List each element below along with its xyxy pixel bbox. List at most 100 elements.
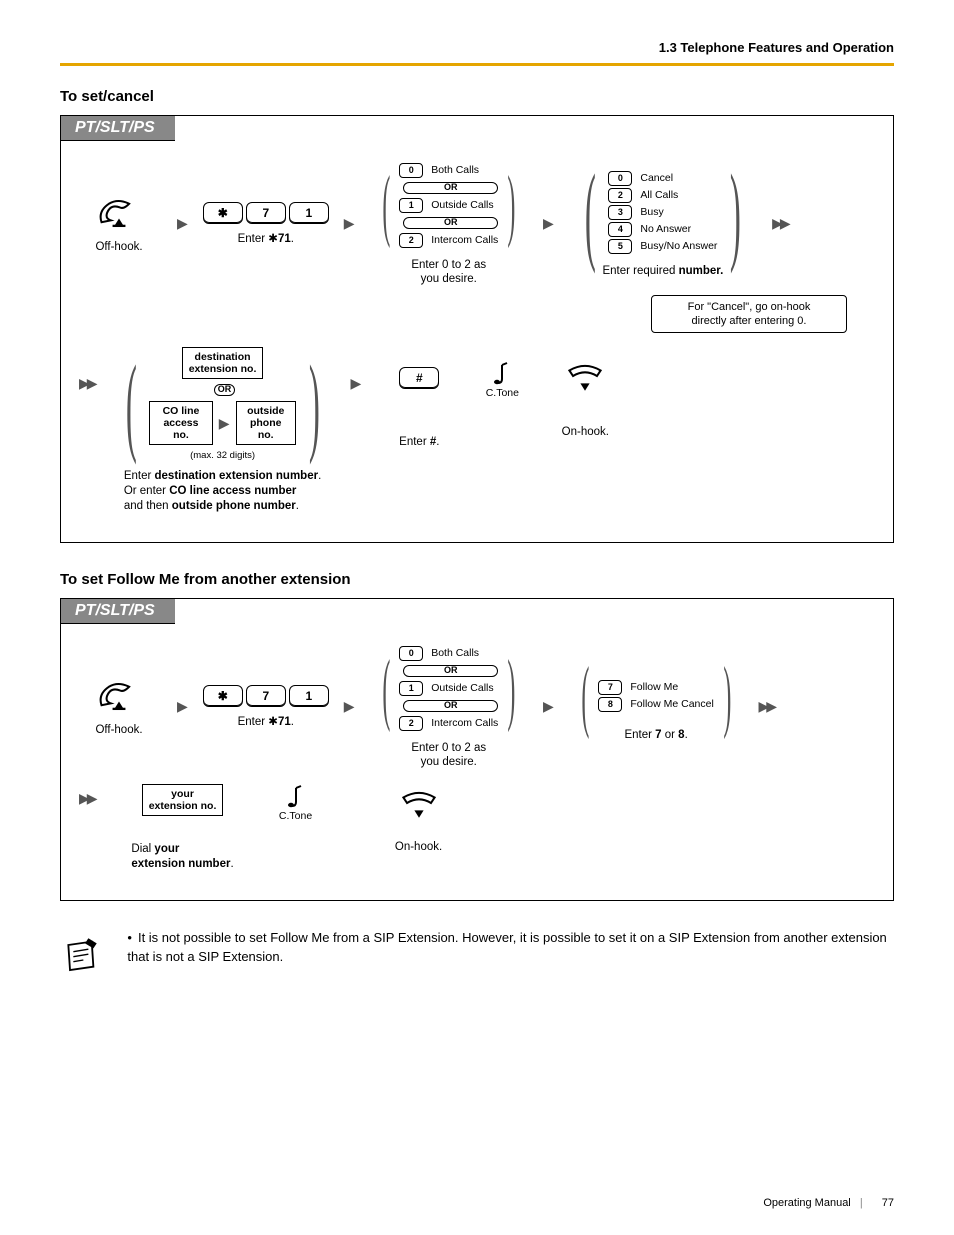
key-1: 1 [289,685,329,707]
enter-7or8-caption: Enter 7 or 8. [624,728,687,742]
page-number: 77 [882,1197,894,1209]
right-paren: ) [508,181,516,229]
key-0b: 0 [608,171,632,186]
on-hook-caption: On-hook. [395,840,442,854]
left-paren: ( [382,181,390,229]
right-paren: ) [309,371,320,437]
dest-ext-box: destination extension no. [182,347,264,379]
arrow-icon: ▶ [344,215,355,232]
key-7: 7 [246,202,286,224]
header-section-label: 1.3 Telephone Features and Operation [60,40,894,55]
enter-71-caption: Enter ✱71. [238,715,294,729]
section1-title: To set/cancel [60,88,894,105]
on-hook-icon [396,784,442,822]
note-icon [60,929,103,981]
or-label: OR [403,665,498,677]
diagram-set-cancel: PT/SLT/PS Off-hook. ▶ ✱ 7 1 Enter ✱71. [60,115,894,543]
off-hook-caption: Off-hook. [95,240,142,254]
key-1: 1 [289,202,329,224]
opt-cancel: Cancel [640,172,673,185]
opt-intercom-calls: Intercom Calls [431,717,498,730]
or-label: OR [403,182,498,194]
opt-follow-me-cancel: Follow Me Cancel [630,698,713,711]
dial-your-caption: Dial yourextension number. [131,842,233,872]
arrow-icon: ▶ [543,698,554,715]
enter-0to2-caption: Enter 0 to 2 as you desire. [411,258,486,287]
right-paren: ) [730,180,741,246]
key-2s: 2 [399,233,423,248]
enter-0to2-caption: Enter 0 to 2 as you desire. [411,741,486,770]
right-paren: ) [723,672,731,720]
page: 1.3 Telephone Features and Operation To … [0,0,954,1235]
diagram-follow-me: PT/SLT/PS Off-hook. ▶ ✱ 7 1 Enter ✱71. [60,598,894,901]
key-0: 0 [399,163,423,178]
key-star: ✱ [203,202,243,224]
key-star: ✱ [203,685,243,707]
arrow-icon: ▶ [344,698,355,715]
opt-no-answer: No Answer [640,223,691,236]
or-label: OR [214,384,236,396]
key-7s: 7 [598,680,622,695]
off-hook-caption: Off-hook. [95,723,142,737]
left-paren: ( [581,672,589,720]
left-paren: ( [585,180,596,246]
left-paren: ( [382,665,390,713]
key-0: 0 [399,646,423,661]
arrow-icon: ▶ [177,698,188,715]
double-arrow-icon: ▶▶ [758,698,774,715]
enter-71-caption: Enter ✱71. [238,232,294,246]
ctone-label: C.Tone [486,387,519,399]
key-1s: 1 [399,198,423,213]
arrow-icon: ▶ [543,215,554,232]
or-label: OR [403,700,498,712]
left-paren: ( [125,371,136,437]
double-arrow-icon: ▶▶ [772,215,788,232]
opt-busy-no-answer: Busy/No Answer [640,240,717,253]
key-3b: 3 [608,205,632,220]
max-digits-label: (max. 32 digits) [190,450,255,461]
note-text: •It is not possible to set Follow Me fro… [127,929,894,967]
off-hook-icon [96,677,142,715]
key-8s: 8 [598,697,622,712]
key-hash: # [399,367,439,389]
footer-manual: Operating Manual [763,1197,850,1209]
your-ext-box: your extension no. [142,784,224,816]
diagram1-tab: PT/SLT/PS [61,116,175,141]
double-arrow-icon: ▶▶ [79,790,95,807]
tone-icon [286,784,306,810]
enter-dest-caption: Enter destination extension number. Or e… [124,469,321,514]
opt-outside-calls: Outside Calls [431,199,493,212]
arrow-icon: ▶ [351,375,362,392]
opt-both-calls: Both Calls [431,164,479,177]
co-line-box: CO line access no. [149,401,213,445]
enter-hash-caption: Enter #. [399,435,439,449]
arrow-icon: ▶ [177,215,188,232]
opt-outside-calls: Outside Calls [431,682,493,695]
opt-intercom-calls: Intercom Calls [431,234,498,247]
opt-busy: Busy [640,206,663,219]
on-hook-icon [562,357,608,395]
opt-both-calls: Both Calls [431,647,479,660]
tone-icon [492,361,512,387]
header-rule [60,63,894,66]
enter-required-caption: Enter required number. [602,264,723,278]
outside-phone-box: outside phone no. [236,401,296,445]
key-5b: 5 [608,239,632,254]
key-2b: 2 [608,188,632,203]
arrow-icon: ▶ [219,415,230,432]
cancel-note: For "Cancel", go on-hook directly after … [651,295,847,334]
diagram2-tab: PT/SLT/PS [61,599,175,624]
opt-follow-me: Follow Me [630,681,678,694]
or-label: OR [403,217,498,229]
key-7: 7 [246,685,286,707]
double-arrow-icon: ▶▶ [79,375,95,392]
note-row: •It is not possible to set Follow Me fro… [60,929,894,981]
right-paren: ) [508,665,516,713]
off-hook-icon [96,194,142,232]
key-4b: 4 [608,222,632,237]
on-hook-caption: On-hook. [562,425,609,439]
opt-all-calls: All Calls [640,189,678,202]
key-2s: 2 [399,716,423,731]
footer: Operating Manual | 77 [763,1197,894,1209]
key-1s: 1 [399,681,423,696]
